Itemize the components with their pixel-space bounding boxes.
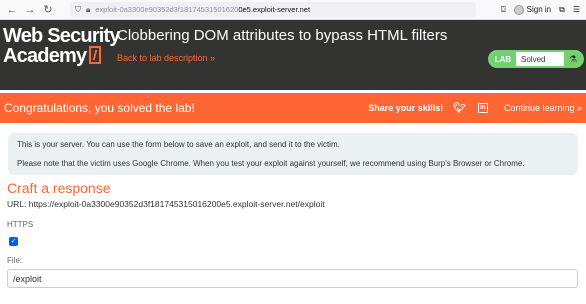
reload-icon[interactable]: ↻: [42, 4, 54, 16]
exploit-url: URL: https://exploit-0a3300e90352d3f1817…: [7, 199, 325, 209]
https-checkbox[interactable]: ✓: [9, 237, 18, 246]
congrats-message: Congratulations, you solved the lab!: [4, 101, 195, 115]
back-arrow-icon[interactable]: ←: [6, 4, 18, 16]
file-label: File:: [7, 256, 23, 265]
share-label: Share your skills!: [368, 103, 444, 113]
back-to-description-link[interactable]: Back to lab description »: [117, 53, 215, 63]
https-label: HTTPS: [7, 220, 34, 229]
sign-in-button[interactable]: Sign in: [513, 4, 551, 15]
shield-icon: ⛉: [75, 4, 81, 14]
continue-learning-link[interactable]: Continue learning »: [504, 103, 582, 113]
avatar-icon: [513, 4, 524, 15]
flask-icon: ⚗: [564, 52, 582, 66]
logo-mark-icon: [89, 46, 102, 64]
solved-banner: Congratulations, you solved the lab! Sha…: [0, 93, 586, 123]
lock-icon: 🔒︎: [86, 4, 91, 14]
url-text: exploit-0a3300e90352d3f181745315016200e5…: [95, 5, 311, 14]
status-text: Solved: [521, 54, 546, 64]
linkedin-icon[interactable]: in: [477, 103, 488, 113]
lab-title: Clobbering DOM attributes to bypass HTML…: [117, 27, 448, 44]
forward-arrow-icon[interactable]: →: [24, 4, 36, 16]
browser-toolbar: ← → ↻ ⛉ 🔒︎ exploit-0a3300e90352d3f181745…: [0, 0, 586, 20]
lab-status-badge: LAB Solved ⚗: [488, 50, 584, 68]
camera-icon[interactable]: ⌼: [501, 5, 506, 15]
address-bar[interactable]: ⛉ 🔒︎ exploit-0a3300e90352d3f181745315016…: [70, 2, 476, 17]
extensions-icon[interactable]: ⧉: [559, 5, 565, 15]
menu-icon[interactable]: ☰: [573, 5, 580, 14]
server-notice: This is your server. You can use the for…: [8, 133, 578, 175]
academy-logo[interactable]: Web Security Academy: [3, 26, 121, 66]
lab-header: Web Security Academy Clobbering DOM attr…: [0, 20, 586, 90]
craft-response-heading: Craft a response: [7, 180, 111, 196]
file-input[interactable]: /exploit: [7, 269, 578, 288]
twitter-icon[interactable]: 🐦︎: [453, 103, 466, 114]
